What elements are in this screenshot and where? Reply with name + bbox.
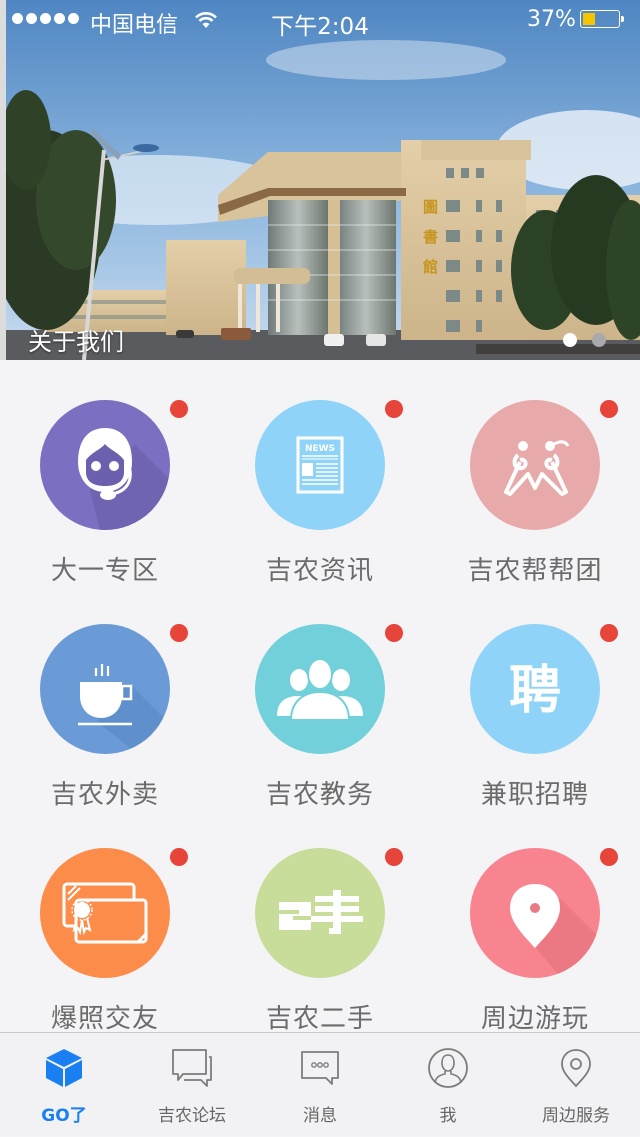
recruit-character-icon: 聘 (509, 661, 561, 721)
battery-icon (580, 10, 624, 28)
coffee-cup-icon (78, 664, 170, 754)
grid-item-nearby-fun[interactable]: 周边游玩 (430, 808, 640, 1034)
notification-badge (600, 624, 618, 642)
user-profile-icon (428, 1048, 468, 1088)
tab-label: GO了 (41, 1106, 87, 1126)
building-sign-char: 圖 (423, 198, 438, 216)
headset-avatar-icon (78, 428, 170, 530)
building-sign-char: 書 (423, 228, 438, 246)
newspaper-icon: NEWS (296, 436, 344, 494)
map-pin-icon (510, 884, 600, 978)
location-pin-icon (561, 1049, 591, 1088)
notification-badge (170, 848, 188, 866)
grid-item-label: 吉农外卖 (50, 780, 159, 810)
battery-percentage: 37% (527, 7, 576, 32)
grid-item-icon-bg: NEWS (255, 400, 385, 530)
grid-item-icon-bg: 聘 (470, 624, 600, 754)
grid-item-icon-bg (40, 848, 170, 978)
helping-people-icon (504, 440, 570, 496)
notification-badge (170, 624, 188, 642)
tab-messages[interactable]: 消息 (256, 1033, 384, 1137)
tab-nearby-services[interactable]: 周边服务 (512, 1033, 640, 1137)
notification-badge (170, 400, 188, 418)
message-icon (301, 1051, 339, 1085)
grid-item-icon-bg (40, 400, 170, 530)
cube-icon (46, 1049, 82, 1087)
tab-label: 我 (439, 1106, 457, 1126)
notification-badge (385, 400, 403, 418)
status-bar: 中国电信 下午2:04 37% (0, 0, 640, 40)
grid-item-label: 吉农资讯 (265, 556, 374, 586)
grid-item-label: 吉农帮帮团 (467, 556, 603, 586)
grid-item-photo-dating[interactable]: 爆照交友 (0, 808, 214, 1034)
grid-item-icon-bg (255, 848, 385, 978)
grid-item-label: 兼职招聘 (480, 780, 589, 810)
banner-photo-library[interactable]: 圖 書 館 (6, 0, 640, 360)
notification-badge (385, 624, 403, 642)
tab-forum[interactable]: 吉农论坛 (128, 1033, 256, 1137)
grid-item-label: 吉农二手 (265, 1004, 374, 1034)
banner-caption[interactable]: 关于我们 (28, 322, 124, 357)
grid-item-label: 爆照交友 (50, 1004, 159, 1034)
grid-item-help-group[interactable]: 吉农帮帮团 (430, 360, 640, 586)
notification-badge (600, 848, 618, 866)
tab-label: 消息 (303, 1106, 337, 1126)
chat-bubbles-icon (172, 1049, 212, 1087)
page-indicator-dot[interactable] (592, 333, 606, 347)
tab-me[interactable]: 我 (384, 1033, 512, 1137)
certificate-cards-icon (62, 882, 148, 944)
grid-item-label: 吉农教务 (265, 780, 374, 810)
grid-item-part-time-jobs[interactable]: 聘 兼职招聘 (430, 584, 640, 810)
tab-label: 吉农论坛 (158, 1106, 226, 1126)
grid-item-icon-bg (40, 624, 170, 754)
building-sign: 圖 書 館 (422, 198, 438, 276)
grid-item-news[interactable]: NEWS 吉农资讯 (215, 360, 429, 586)
grid-item-icon-bg (255, 624, 385, 754)
grid-item-takeout[interactable]: 吉农外卖 (0, 584, 214, 810)
tab-label: 周边服务 (542, 1106, 610, 1126)
news-text: NEWS (305, 444, 335, 454)
grid-item-second-hand[interactable]: 吉农二手 (215, 808, 429, 1034)
grid-item-icon-bg (470, 400, 600, 530)
grid-item-icon-bg (470, 848, 600, 978)
feature-grid: 大一专区 NEWS 吉农资讯 吉农帮帮团 吉农外卖 吉农教务 聘 兼职招聘 爆照… (0, 360, 640, 1034)
banner-carousel[interactable]: 圖 書 館 关于我们 (0, 0, 640, 360)
page-indicator-dot-active[interactable] (563, 333, 577, 347)
grid-item-freshman-zone[interactable]: 大一专区 (0, 360, 214, 586)
grid-item-label: 大一专区 (50, 556, 159, 586)
tab-go[interactable]: GO了 (0, 1033, 128, 1137)
notification-badge (600, 400, 618, 418)
grid-item-academic-affairs[interactable]: 吉农教务 (215, 584, 429, 810)
notification-badge (385, 848, 403, 866)
grid-item-label: 周边游玩 (480, 1004, 589, 1034)
second-hand-icon (279, 890, 363, 934)
people-group-icon (277, 658, 363, 721)
recruit-character: 聘 (509, 661, 561, 721)
tab-bar: GO了 吉农论坛 消息 我 周边服务 (0, 1032, 640, 1136)
building-sign-char: 館 (422, 258, 438, 276)
